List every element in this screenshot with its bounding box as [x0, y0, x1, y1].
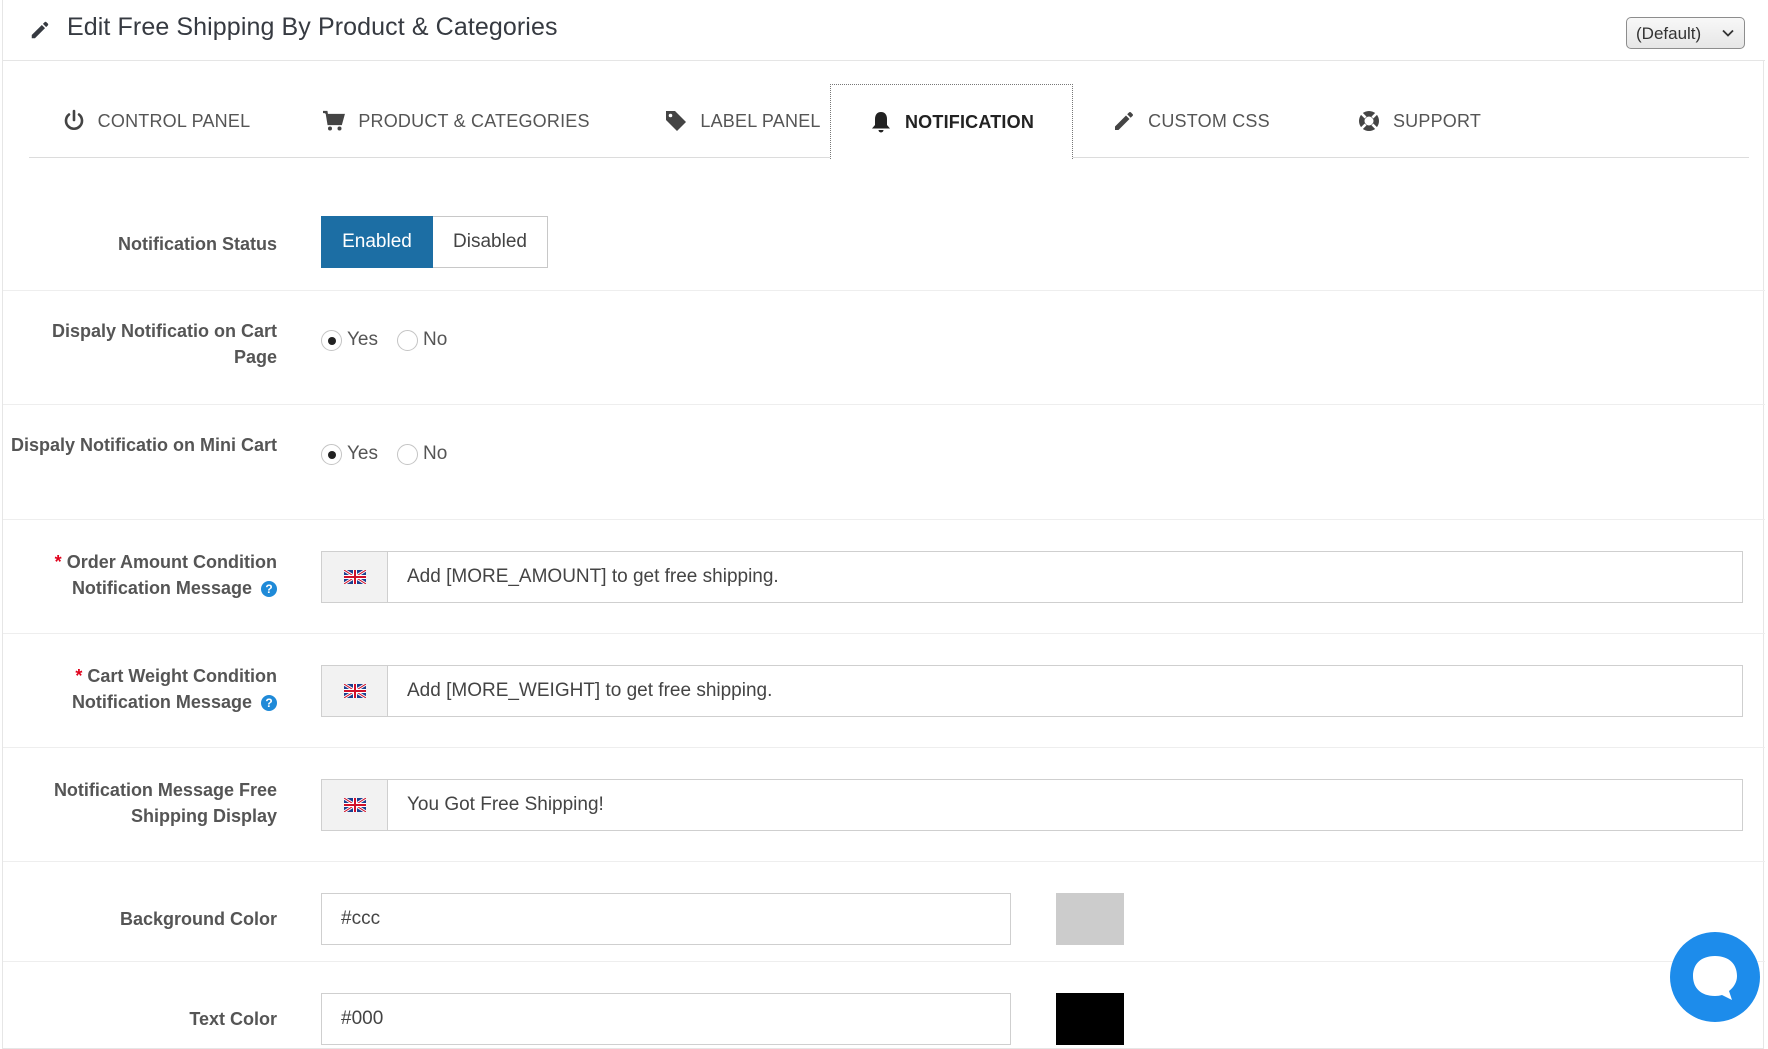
- tab-label: CONTROL PANEL: [97, 110, 251, 131]
- free-shipping-message-label: Notification Message Free Shipping Displ…: [53, 780, 277, 826]
- help-icon[interactable]: ?: [261, 695, 277, 711]
- tab-product-categories[interactable]: PRODUCT & CATEGORIES: [283, 84, 629, 158]
- free-shipping-message-row: Notification Message Free Shipping Displ…: [3, 748, 1765, 862]
- required-mark: *: [54, 552, 62, 572]
- radio-label: No: [423, 443, 448, 464]
- cart-weight-row: * Cart Weight Condition Notification Mes…: [3, 634, 1765, 748]
- tag-icon: [666, 111, 687, 131]
- pencil-icon: [31, 21, 49, 39]
- uk-flag-icon: [343, 798, 366, 812]
- language-flag-button[interactable]: [322, 780, 388, 830]
- notification-status-toggle: Enabled Disabled: [321, 216, 548, 268]
- tab-label: NOTIFICATION: [904, 111, 1035, 132]
- free-shipping-message-input[interactable]: You Got Free Shipping!: [321, 779, 1743, 831]
- cart-page-yes-radio[interactable]: [321, 329, 342, 351]
- power-icon: [64, 109, 83, 130]
- tab-custom-css[interactable]: CUSTOM CSS: [1073, 84, 1309, 158]
- tab-support[interactable]: SUPPORT: [1309, 84, 1529, 158]
- chevron-down-icon: [1722, 29, 1734, 37]
- text-color-row: Text Color #000: [3, 962, 1765, 1049]
- tab-label: SUPPORT: [1392, 110, 1482, 131]
- notification-status-label: Notification Status: [117, 234, 277, 254]
- shop-select[interactable]: (Default): [1626, 17, 1745, 49]
- cart-page-label: Dispaly Notificatio on Cart Page: [51, 321, 277, 367]
- cart-weight-input[interactable]: Add [MORE_WEIGHT] to get free shipping.: [321, 665, 1743, 717]
- cart-weight-label-text: Cart Weight Condition Notification Messa…: [71, 666, 277, 712]
- background-color-label: Background Color: [119, 909, 277, 929]
- bell-icon: [871, 112, 890, 133]
- cart-page-no-radio[interactable]: [397, 329, 418, 351]
- language-flag-button[interactable]: [322, 552, 388, 602]
- required-mark: *: [75, 666, 83, 686]
- panel-header: Edit Free Shipping By Product & Categori…: [3, 0, 1765, 61]
- chat-bubble-icon: [1693, 956, 1737, 1000]
- help-icon[interactable]: ?: [261, 581, 277, 597]
- cart-icon: [323, 110, 346, 131]
- radio-label: No: [423, 329, 448, 350]
- tab-label-panel[interactable]: LABEL PANEL: [629, 84, 856, 158]
- cart-weight-label: * Cart Weight Condition Notification Mes…: [7, 663, 277, 715]
- order-amount-input[interactable]: Add [MORE_AMOUNT] to get free shipping.: [321, 551, 1743, 603]
- radio-label: Yes: [347, 443, 378, 464]
- shop-select-value: (Default): [1636, 24, 1702, 43]
- background-color-swatch[interactable]: [1056, 893, 1124, 945]
- mini-cart-no-radio[interactable]: [397, 443, 418, 465]
- uk-flag-icon: [343, 570, 366, 584]
- mini-cart-yes-radio[interactable]: [321, 443, 342, 465]
- order-amount-label-text: Order Amount Condition Notification Mess…: [66, 552, 277, 598]
- chat-widget-button[interactable]: [1670, 932, 1760, 1022]
- page-title: Edit Free Shipping By Product & Categori…: [67, 13, 558, 41]
- order-amount-value: Add [MORE_AMOUNT] to get free shipping.: [407, 566, 779, 587]
- notification-status-row: Notification Status Enabled Disabled: [3, 193, 1765, 291]
- cart-page-row: Dispaly Notificatio on Cart Page Yes No: [3, 291, 1765, 405]
- lifebuoy-icon: [1358, 111, 1379, 131]
- free-shipping-message-value: You Got Free Shipping!: [407, 794, 604, 815]
- tab-label: CUSTOM CSS: [1148, 110, 1270, 131]
- text-color-input[interactable]: #000: [321, 993, 1011, 1045]
- order-amount-label: * Order Amount Condition Notification Me…: [7, 549, 277, 601]
- tab-control-panel[interactable]: CONTROL PANEL: [29, 84, 283, 158]
- background-color-row: Background Color #ccc: [3, 862, 1765, 962]
- text-color-swatch[interactable]: [1056, 993, 1124, 1045]
- mini-cart-radios: Yes No: [321, 443, 466, 465]
- tab-notification[interactable]: NOTIFICATION: [830, 84, 1073, 159]
- background-color-input[interactable]: #ccc: [321, 893, 1011, 945]
- mini-cart-label: Dispaly Notificatio on Mini Cart: [10, 435, 277, 455]
- uk-flag-icon: [343, 684, 366, 698]
- order-amount-row: * Order Amount Condition Notification Me…: [3, 520, 1765, 634]
- cart-page-radios: Yes No: [321, 329, 466, 351]
- language-flag-button[interactable]: [322, 666, 388, 716]
- enabled-button[interactable]: Enabled: [321, 216, 433, 268]
- pencil-icon: [1115, 112, 1134, 130]
- disabled-button[interactable]: Disabled: [433, 216, 548, 268]
- edit-panel: Edit Free Shipping By Product & Categori…: [2, 0, 1765, 1049]
- text-color-label: Text Color: [189, 1009, 277, 1029]
- tab-label: PRODUCT & CATEGORIES: [358, 110, 590, 131]
- tab-bar: CONTROL PANEL PRODUCT & CATEGORIES LABEL…: [29, 84, 1749, 159]
- tab-label: LABEL PANEL: [700, 110, 821, 131]
- radio-label: Yes: [347, 329, 378, 350]
- cart-weight-value: Add [MORE_WEIGHT] to get free shipping.: [407, 680, 773, 701]
- mini-cart-row: Dispaly Notificatio on Mini Cart Yes No: [3, 405, 1765, 520]
